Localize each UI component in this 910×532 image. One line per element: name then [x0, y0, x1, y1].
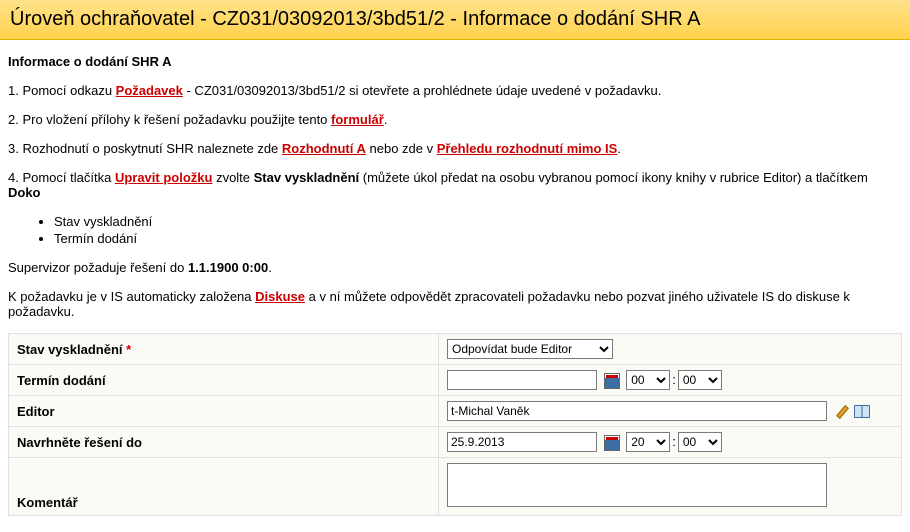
field-label: Termín dodání [17, 373, 106, 388]
label-cell: Stav vyskladnění * [9, 334, 439, 365]
bold-text: Doko [8, 185, 41, 200]
value-cell: 20:00 [439, 427, 902, 458]
book-icon[interactable] [854, 405, 870, 418]
textarea-komentar[interactable] [447, 463, 827, 507]
diskuse-line: K požadavku je v IS automaticky založena… [8, 289, 902, 319]
colon: : [672, 372, 676, 387]
text: nebo zde v [366, 141, 437, 156]
text: zvolte [212, 170, 253, 185]
row-stav-vyskladneni: Stav vyskladnění * Odpovídat bude Editor [9, 334, 902, 365]
link-prehled-rozhodnuti[interactable]: Přehledu rozhodnutí mimo IS [437, 141, 618, 156]
select-navrh-min[interactable]: 00 [678, 432, 722, 452]
supervisor-line: Supervizor požaduje řešení do 1.1.1900 0… [8, 260, 902, 275]
label-cell: Komentář [9, 458, 439, 516]
form-table: Stav vyskladnění * Odpovídat bude Editor… [8, 333, 902, 516]
link-pozadavek[interactable]: Požadavek [116, 83, 183, 98]
calendar-icon[interactable] [604, 435, 620, 451]
link-upravit-polozku[interactable]: Upravit položku [115, 170, 213, 185]
field-label: Navrhněte řešení do [17, 435, 142, 450]
text: K požadavku je v IS automaticky založena [8, 289, 255, 304]
select-stav-vyskladneni[interactable]: Odpovídat bude Editor [447, 339, 613, 359]
list-item: Stav vyskladnění [54, 214, 902, 229]
input-navrh-date[interactable] [447, 432, 597, 452]
link-diskuse[interactable]: Diskuse [255, 289, 305, 304]
subtitle: Informace o dodání SHR A [8, 54, 902, 69]
text: . [617, 141, 621, 156]
select-navrh-hour[interactable]: 20 [626, 432, 670, 452]
bullet-list: Stav vyskladnění Termín dodání [54, 214, 902, 246]
field-label: Stav vyskladnění [17, 342, 123, 357]
link-formular[interactable]: formulář [331, 112, 384, 127]
link-rozhodnuti-a[interactable]: Rozhodnutí A [282, 141, 366, 156]
field-label: Editor [17, 404, 55, 419]
text: . [384, 112, 388, 127]
page-title: Úroveň ochraňovatel - CZ031/03092013/3bd… [10, 8, 900, 31]
text: 3. Rozhodnutí o poskytnutí SHR naleznete… [8, 141, 282, 156]
value-cell: 00:00 [439, 365, 902, 396]
input-editor[interactable] [447, 401, 827, 421]
page-header: Úroveň ochraňovatel - CZ031/03092013/3bd… [0, 0, 910, 40]
label-cell: Navrhněte řešení do [9, 427, 439, 458]
select-termin-hour[interactable]: 00 [626, 370, 670, 390]
label-cell: Termín dodání [9, 365, 439, 396]
text: 2. Pro vložení přílohy k řešení požadavk… [8, 112, 331, 127]
required-marker: * [126, 342, 131, 357]
label-cell: Editor [9, 396, 439, 427]
calendar-icon[interactable] [604, 373, 620, 389]
text: 4. Pomocí tlačítka [8, 170, 115, 185]
value-cell [439, 458, 902, 516]
value-cell [439, 396, 902, 427]
row-termin-dodani: Termín dodání 00:00 [9, 365, 902, 396]
field-label: Komentář [17, 495, 78, 510]
content-area: Informace o dodání SHR A 1. Pomocí odkaz… [0, 40, 910, 530]
row-navrhnete-reseni: Navrhněte řešení do 20:00 [9, 427, 902, 458]
value-cell: Odpovídat bude Editor [439, 334, 902, 365]
text: . [268, 260, 272, 275]
row-komentar: Komentář [9, 458, 902, 516]
deadline-date: 1.1.1900 0:00 [188, 260, 268, 275]
input-termin-date[interactable] [447, 370, 597, 390]
text: (můžete úkol předat na osobu vybranou po… [359, 170, 868, 185]
instruction-4: 4. Pomocí tlačítka Upravit položku zvolt… [8, 170, 902, 200]
select-termin-min[interactable]: 00 [678, 370, 722, 390]
row-editor: Editor [9, 396, 902, 427]
list-item: Termín dodání [54, 231, 902, 246]
text: - CZ031/03092013/3bd51/2 si otevřete a p… [183, 83, 661, 98]
instruction-1: 1. Pomocí odkazu Požadavek - CZ031/03092… [8, 83, 902, 98]
bold-text: Stav vyskladnění [254, 170, 360, 185]
instruction-2: 2. Pro vložení přílohy k řešení požadavk… [8, 112, 902, 127]
text: 1. Pomocí odkazu [8, 83, 116, 98]
text: Supervizor požaduje řešení do [8, 260, 188, 275]
edit-icon[interactable] [834, 405, 848, 419]
instruction-3: 3. Rozhodnutí o poskytnutí SHR naleznete… [8, 141, 902, 156]
colon: : [672, 434, 676, 449]
